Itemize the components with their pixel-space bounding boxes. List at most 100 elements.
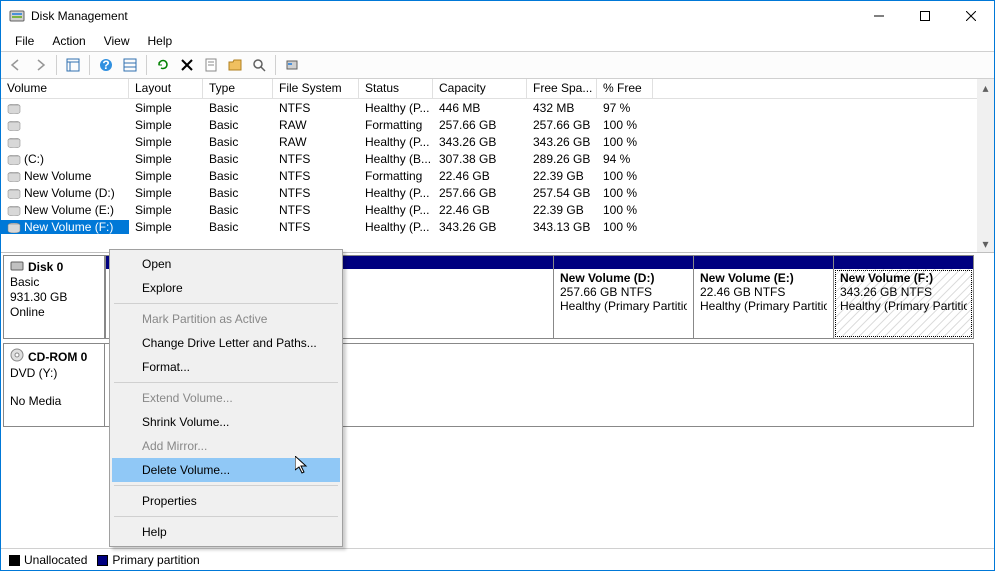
explore-button[interactable]	[224, 54, 246, 76]
partition-status: Healthy (Primary Partition)	[840, 299, 967, 313]
context-menu-item[interactable]: Format...	[112, 355, 340, 379]
scroll-up-icon[interactable]: ▴	[977, 79, 994, 96]
col-freespace[interactable]: Free Spa...	[527, 79, 597, 99]
cell-pct: 100 %	[597, 186, 653, 200]
cell-status: Healthy (B...	[359, 152, 433, 166]
settings-button[interactable]	[119, 54, 141, 76]
partition-stripe	[554, 256, 693, 269]
cell-type: Basic	[203, 152, 273, 166]
cell-free: 22.39 GB	[527, 169, 597, 183]
menu-file[interactable]: File	[7, 32, 42, 50]
cell-status: Healthy (P...	[359, 101, 433, 115]
disk-icon	[7, 222, 21, 232]
find-button[interactable]	[248, 54, 270, 76]
partition[interactable]: New Volume (F:)343.26 GB NTFSHealthy (Pr…	[834, 255, 974, 339]
volume-row[interactable]: New Volume (F:)SimpleBasicNTFSHealthy (P…	[1, 218, 994, 235]
context-menu-item[interactable]: Change Drive Letter and Paths...	[112, 331, 340, 355]
cell-status: Formatting	[359, 169, 433, 183]
window-title: Disk Management	[31, 9, 856, 23]
action-button[interactable]	[281, 54, 303, 76]
help-button[interactable]: ?	[95, 54, 117, 76]
cell-free: 257.54 GB	[527, 186, 597, 200]
refresh-button[interactable]	[152, 54, 174, 76]
volume-row[interactable]: New VolumeSimpleBasicNTFSFormatting22.46…	[1, 167, 994, 184]
context-menu-item[interactable]: Properties	[112, 489, 340, 513]
delete-button[interactable]	[176, 54, 198, 76]
partition-size: 22.46 GB NTFS	[700, 285, 827, 299]
cell-layout: Simple	[129, 169, 203, 183]
context-menu-item[interactable]: Explore	[112, 276, 340, 300]
context-menu-item[interactable]: Open	[112, 252, 340, 276]
cell-layout: Simple	[129, 220, 203, 234]
partition-stripe	[834, 256, 973, 269]
partition-status: Healthy (Primary Partition)	[560, 299, 687, 313]
col-pctfree[interactable]: % Free	[597, 79, 653, 99]
disk-name: Disk 0	[10, 260, 98, 274]
disk-status: Online	[10, 305, 98, 319]
volume-row[interactable]: (C:)SimpleBasicNTFSHealthy (B...307.38 G…	[1, 150, 994, 167]
partition-name: New Volume (F:)	[840, 271, 967, 285]
scroll-track[interactable]	[977, 96, 994, 235]
partition-body: New Volume (E:)22.46 GB NTFSHealthy (Pri…	[694, 269, 833, 338]
cell-layout: Simple	[129, 118, 203, 132]
cell-type: Basic	[203, 220, 273, 234]
cell-fs: NTFS	[273, 169, 359, 183]
disk-icon	[7, 205, 21, 215]
cell-fs: NTFS	[273, 220, 359, 234]
cell-fs: NTFS	[273, 152, 359, 166]
col-capacity[interactable]: Capacity	[433, 79, 527, 99]
scroll-down-icon[interactable]: ▾	[977, 235, 994, 252]
show-hide-button[interactable]	[62, 54, 84, 76]
disk-size: 931.30 GB	[10, 290, 98, 304]
vertical-scrollbar[interactable]: ▴ ▾	[977, 79, 994, 252]
volume-row[interactable]: SimpleBasicRAWFormatting257.66 GB257.66 …	[1, 116, 994, 133]
toolbar-separator	[89, 55, 90, 75]
minimize-button[interactable]	[856, 1, 902, 31]
cell-type: Basic	[203, 135, 273, 149]
cell-volume: New Volume (D:)	[1, 186, 129, 200]
maximize-button[interactable]	[902, 1, 948, 31]
disk-icon	[7, 154, 21, 164]
forward-button[interactable]	[29, 54, 51, 76]
col-filesystem[interactable]: File System	[273, 79, 359, 99]
partition[interactable]: New Volume (D:)257.66 GB NTFSHealthy (Pr…	[554, 255, 694, 339]
close-button[interactable]	[948, 1, 994, 31]
volume-row[interactable]: New Volume (E:)SimpleBasicNTFSHealthy (P…	[1, 201, 994, 218]
back-button[interactable]	[5, 54, 27, 76]
properties-button[interactable]	[200, 54, 222, 76]
cell-status: Healthy (P...	[359, 186, 433, 200]
volume-row[interactable]: SimpleBasicNTFSHealthy (P...446 MB432 MB…	[1, 99, 994, 116]
menu-view[interactable]: View	[96, 32, 138, 50]
context-menu-separator	[114, 516, 338, 517]
context-menu-item[interactable]: Delete Volume...	[112, 458, 340, 482]
disk-label-panel[interactable]: CD-ROM 0DVD (Y:)No Media	[3, 343, 105, 427]
menu-help[interactable]: Help	[140, 32, 181, 50]
disk-status: No Media	[10, 394, 98, 408]
partition-body: New Volume (D:)257.66 GB NTFSHealthy (Pr…	[554, 269, 693, 338]
menu-action[interactable]: Action	[44, 32, 93, 50]
cell-pct: 97 %	[597, 101, 653, 115]
col-volume[interactable]: Volume	[1, 79, 129, 99]
disk-label-panel[interactable]: Disk 0Basic931.30 GBOnline	[3, 255, 105, 339]
context-menu-item[interactable]: Help	[112, 520, 340, 544]
col-status[interactable]: Status	[359, 79, 433, 99]
disk-icon	[7, 137, 21, 147]
volume-row[interactable]: New Volume (D:)SimpleBasicNTFSHealthy (P…	[1, 184, 994, 201]
volume-row[interactable]: SimpleBasicRAWHealthy (P...343.26 GB343.…	[1, 133, 994, 150]
cell-free: 257.66 GB	[527, 118, 597, 132]
disk-type: DVD (Y:)	[10, 366, 98, 380]
cell-layout: Simple	[129, 186, 203, 200]
cell-capacity: 307.38 GB	[433, 152, 527, 166]
context-menu-item[interactable]: Shrink Volume...	[112, 410, 340, 434]
col-layout[interactable]: Layout	[129, 79, 203, 99]
cell-volume: New Volume	[1, 169, 129, 183]
partition[interactable]: New Volume (E:)22.46 GB NTFSHealthy (Pri…	[694, 255, 834, 339]
cell-fs: NTFS	[273, 203, 359, 217]
cell-free: 432 MB	[527, 101, 597, 115]
cell-type: Basic	[203, 169, 273, 183]
partition-body: New Volume (F:)343.26 GB NTFSHealthy (Pr…	[834, 269, 973, 338]
partition-stripe	[694, 256, 833, 269]
col-type[interactable]: Type	[203, 79, 273, 99]
disk-icon	[7, 188, 21, 198]
menu-bar: File Action View Help	[1, 31, 994, 51]
